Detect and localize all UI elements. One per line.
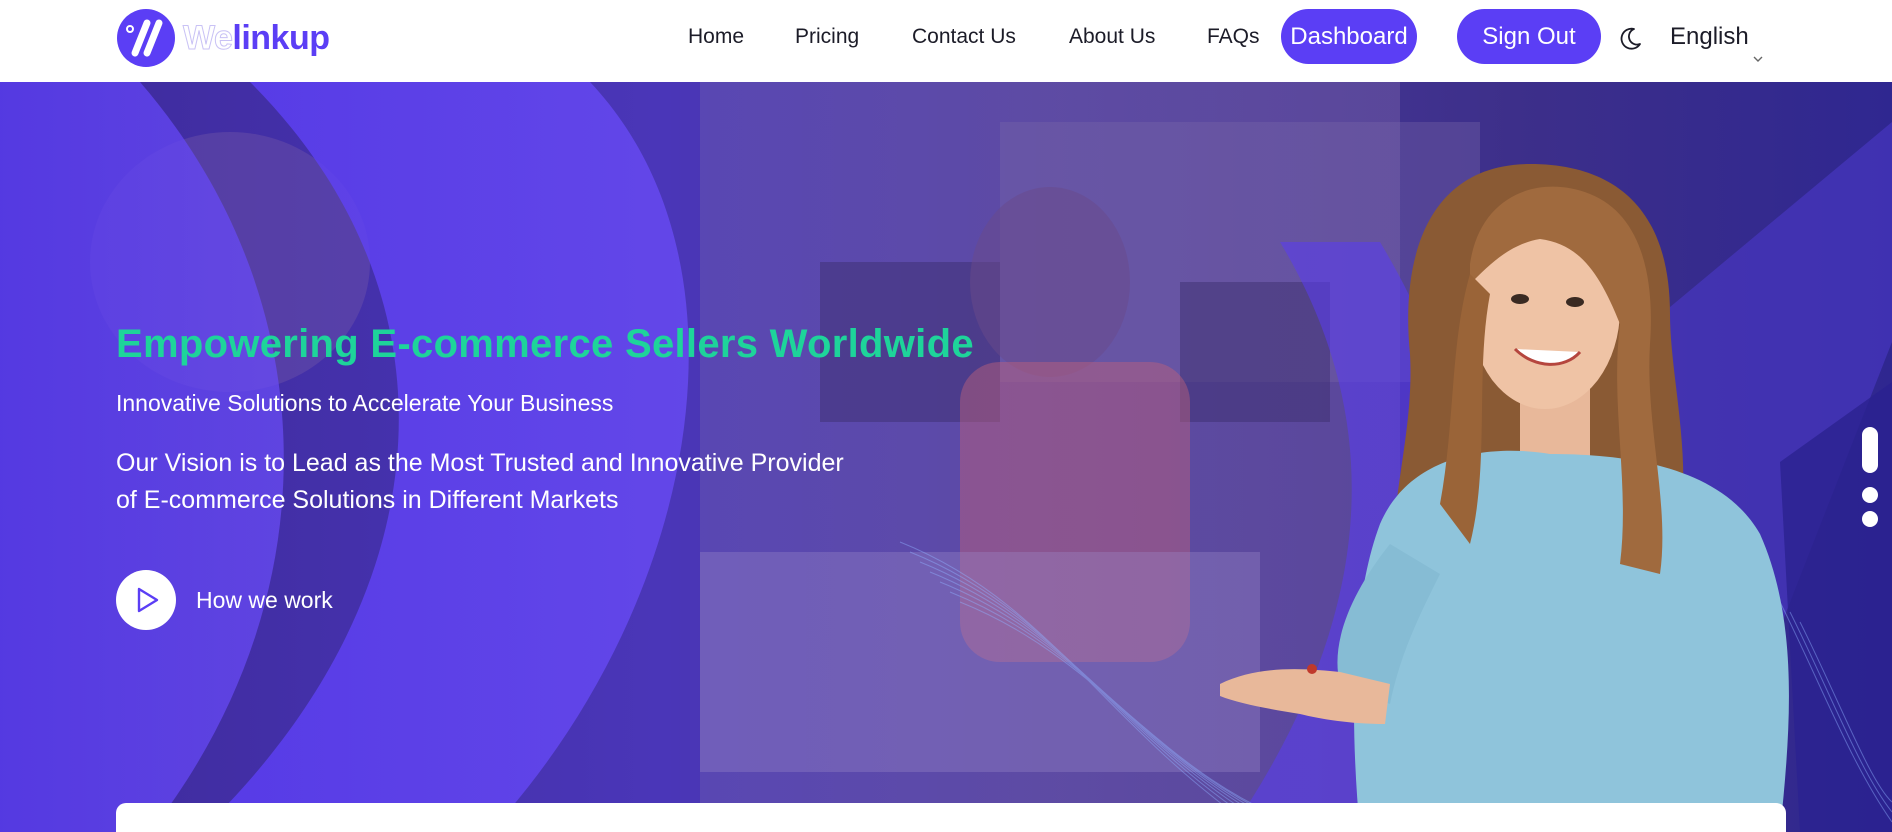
hero-subtitle: Innovative Solutions to Accelerate Your … [116,390,614,416]
slider-dot[interactable] [1862,487,1878,503]
nav-faqs-link[interactable]: FAQs [1207,9,1260,65]
chevron-down-icon [1751,31,1765,62]
slider-dot[interactable] [1862,511,1878,527]
hero-title: Empowering E-commerce Sellers Worldwide [116,322,974,366]
play-icon [137,587,159,613]
hero-vision-line1: Our Vision is to Lead as the Most Truste… [116,449,844,477]
hero-vision-text: Our Vision is to Lead as the Most Truste… [116,445,916,519]
nav-about-link[interactable]: About Us [1069,9,1155,65]
brand-name-part2: linkup [232,18,330,57]
hero-vision-line2: of E-commerce Solutions in Different Mar… [116,486,619,514]
brand-name: Welinkup [182,18,330,58]
how-we-work-label: How we work [196,586,333,613]
nav-pricing-link[interactable]: Pricing [795,9,859,65]
dashboard-button[interactable]: Dashboard [1281,9,1417,64]
how-we-work-cta[interactable]: How we work [116,570,333,630]
hero-section: Empowering E-commerce Sellers Worldwide … [0,82,1892,832]
nav-home-link[interactable]: Home [688,9,744,65]
site-header: Welinkup Home Pricing Contact Us About U… [0,0,1892,82]
brand-name-part1: We [182,18,233,57]
sign-out-button[interactable]: Sign Out [1457,9,1601,64]
language-selector[interactable]: English [1670,9,1765,65]
nav-contact-link[interactable]: Contact Us [912,9,1016,65]
play-button[interactable] [116,570,176,630]
moon-icon[interactable] [1615,24,1645,54]
content-card-top [116,803,1786,832]
slider-pagination [1862,427,1878,527]
language-label: English [1670,23,1749,50]
hero-person-illustration [1220,164,1789,832]
slider-dot-active[interactable] [1862,427,1878,473]
logo-mark-icon [117,9,175,67]
brand-logo[interactable]: Welinkup [117,9,330,67]
